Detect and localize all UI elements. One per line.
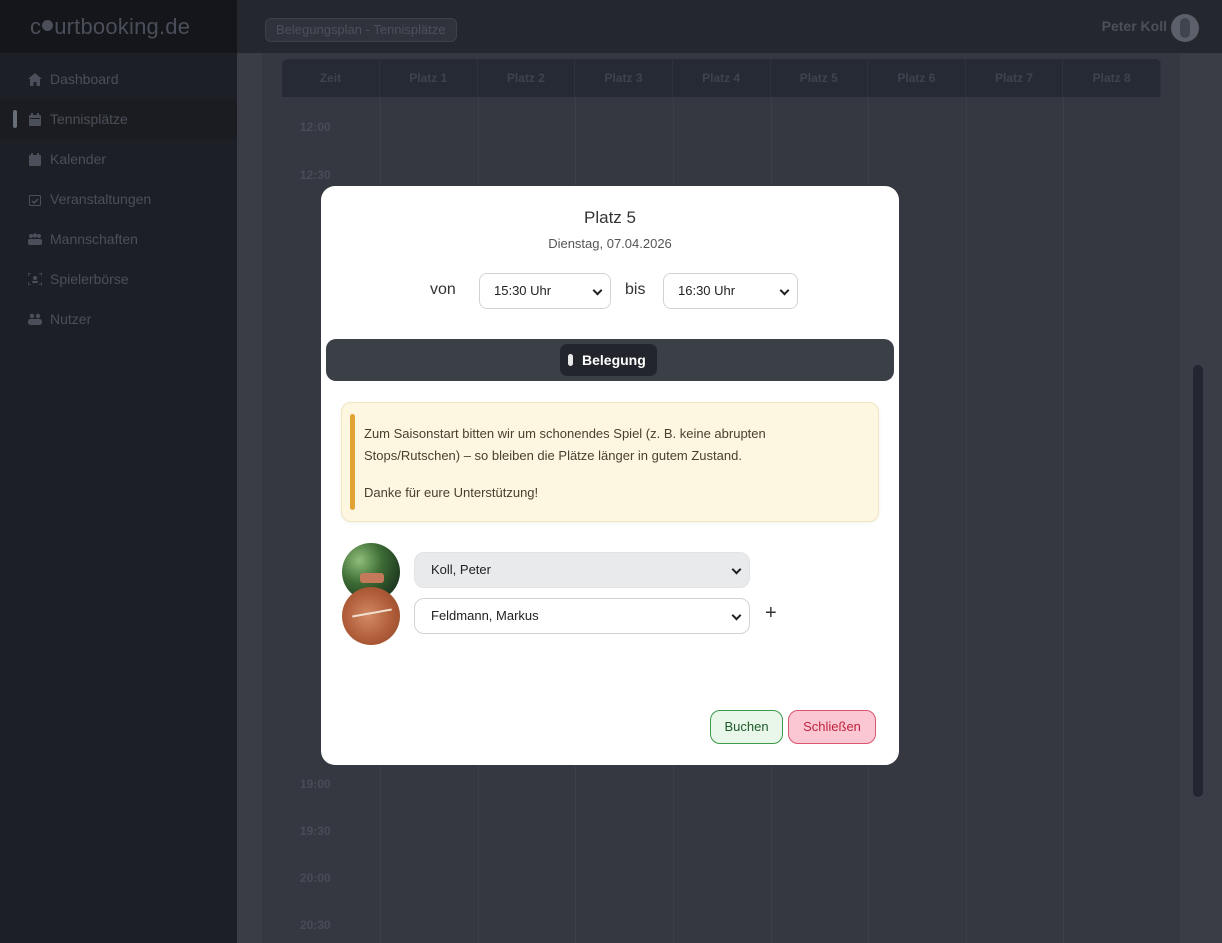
time-label: 20:00	[300, 871, 331, 885]
tab-label: Belegung	[582, 352, 646, 368]
sidebar-item-mannschaften[interactable]: Mannschaften	[0, 219, 237, 259]
team-icon	[28, 232, 42, 246]
time-label: 12:00	[300, 120, 331, 134]
court-column[interactable]	[965, 97, 1064, 943]
from-label: von	[430, 281, 456, 298]
sidebar-item-label: Spielerbörse	[50, 271, 129, 287]
sidebar: c urtbooking.de Dashboard Tennisplätze Ka…	[0, 0, 237, 943]
scrollbar[interactable]	[1193, 365, 1203, 797]
sidebar-nav: Dashboard Tennisplätze Kalender Veransta…	[0, 59, 237, 339]
tab-belegung[interactable]: Belegung	[560, 344, 657, 376]
top-bar: Belegungsplan - Tennisplätze Peter Koll	[237, 0, 1222, 53]
active-tab-indicator	[568, 354, 573, 366]
column-header-court: Platz 7	[966, 59, 1064, 97]
sidebar-item-spielerboerse[interactable]: Spielerbörse	[0, 259, 237, 299]
booking-modal: Platz 5 Dienstag, 07.04.2026 von 15:30 U…	[321, 186, 899, 765]
column-header-court: Platz 3	[575, 59, 673, 97]
court-photo-clay	[342, 587, 400, 645]
column-header-court: Platz 4	[673, 59, 771, 97]
chevron-down-icon	[779, 285, 790, 296]
user-name[interactable]: Peter Koll	[1102, 18, 1167, 34]
end-time-value: 16:30 Uhr	[678, 283, 736, 298]
column-header-court: Platz 6	[868, 59, 966, 97]
brand-text-end: urtbooking.de	[54, 13, 191, 39]
modal-title: Platz 5	[584, 208, 636, 227]
calendar-icon	[28, 152, 42, 166]
notice-box: Zum Saisonstart bitten wir um schonendes…	[341, 402, 879, 522]
player-1-value: Koll, Peter	[431, 562, 491, 577]
schedule-header: Zeit Platz 1 Platz 2 Platz 3 Platz 4 Pla…	[282, 59, 1161, 97]
end-time-select[interactable]: 16:30 Uhr	[663, 273, 798, 309]
column-header-time: Zeit	[282, 59, 380, 97]
avatar[interactable]	[1171, 14, 1199, 42]
notice-thanks: Danke für eure Unterstützung!	[364, 485, 539, 500]
player-scan-icon	[28, 272, 42, 286]
sidebar-item-label: Tennisplätze	[50, 111, 128, 127]
start-time-select[interactable]: 15:30 Uhr	[479, 273, 611, 309]
sidebar-item-label: Nutzer	[50, 311, 92, 327]
player-1-select[interactable]: Koll, Peter	[414, 552, 750, 588]
book-button[interactable]: Buchen	[710, 710, 783, 744]
column-header-court: Platz 1	[380, 59, 478, 97]
time-label: 19:30	[300, 824, 331, 838]
sidebar-item-dashboard[interactable]: Dashboard	[0, 59, 237, 99]
time-label: 19:00	[300, 777, 331, 791]
court-column[interactable]	[1063, 97, 1161, 943]
users-icon	[28, 312, 42, 326]
time-label: 20:30	[300, 918, 331, 932]
sidebar-item-label: Mannschaften	[50, 231, 138, 247]
sidebar-item-veranstaltungen[interactable]: Veranstaltungen	[0, 179, 237, 219]
modal-date: Dienstag, 07.04.2026	[548, 236, 672, 251]
start-time-value: 15:30 Uhr	[494, 283, 552, 298]
brand-text-start: c	[30, 13, 42, 39]
sidebar-item-tennisplaetze[interactable]: Tennisplätze	[0, 99, 237, 139]
calendar-check-icon	[28, 192, 42, 206]
close-button[interactable]: Schließen	[788, 710, 876, 744]
sidebar-item-label: Veranstaltungen	[50, 191, 152, 207]
sidebar-item-label: Dashboard	[50, 71, 119, 87]
breadcrumb[interactable]: Belegungsplan - Tennisplätze	[265, 18, 457, 42]
calendar-grid-icon	[28, 112, 42, 126]
column-header-court: Platz 5	[771, 59, 869, 97]
player-2-select[interactable]: Feldmann, Markus	[414, 598, 750, 634]
to-label: bis	[625, 281, 646, 298]
chevron-down-icon	[592, 285, 603, 296]
notice-text: Zum Saisonstart bitten wir um schonendes…	[364, 426, 766, 463]
time-range: von 15:30 Uhr bis 16:30 Uhr	[321, 273, 899, 309]
notice-accent-bar	[350, 414, 355, 510]
chevron-down-icon	[731, 564, 742, 575]
sidebar-item-label: Kalender	[50, 151, 107, 167]
player-2-value: Feldmann, Markus	[431, 608, 539, 623]
brand-logo[interactable]: c urtbooking.de	[0, 0, 237, 53]
chevron-down-icon	[731, 610, 742, 621]
home-icon	[28, 72, 42, 86]
ball-icon	[42, 20, 54, 31]
sidebar-item-nutzer[interactable]: Nutzer	[0, 299, 237, 339]
sidebar-item-kalender[interactable]: Kalender	[0, 139, 237, 179]
column-header-court: Platz 2	[478, 59, 576, 97]
tab-bar: Belegung	[326, 339, 894, 381]
add-player-button[interactable]: +	[765, 602, 777, 625]
column-header-court: Platz 8	[1063, 59, 1161, 97]
time-label: 12:30	[300, 168, 331, 182]
